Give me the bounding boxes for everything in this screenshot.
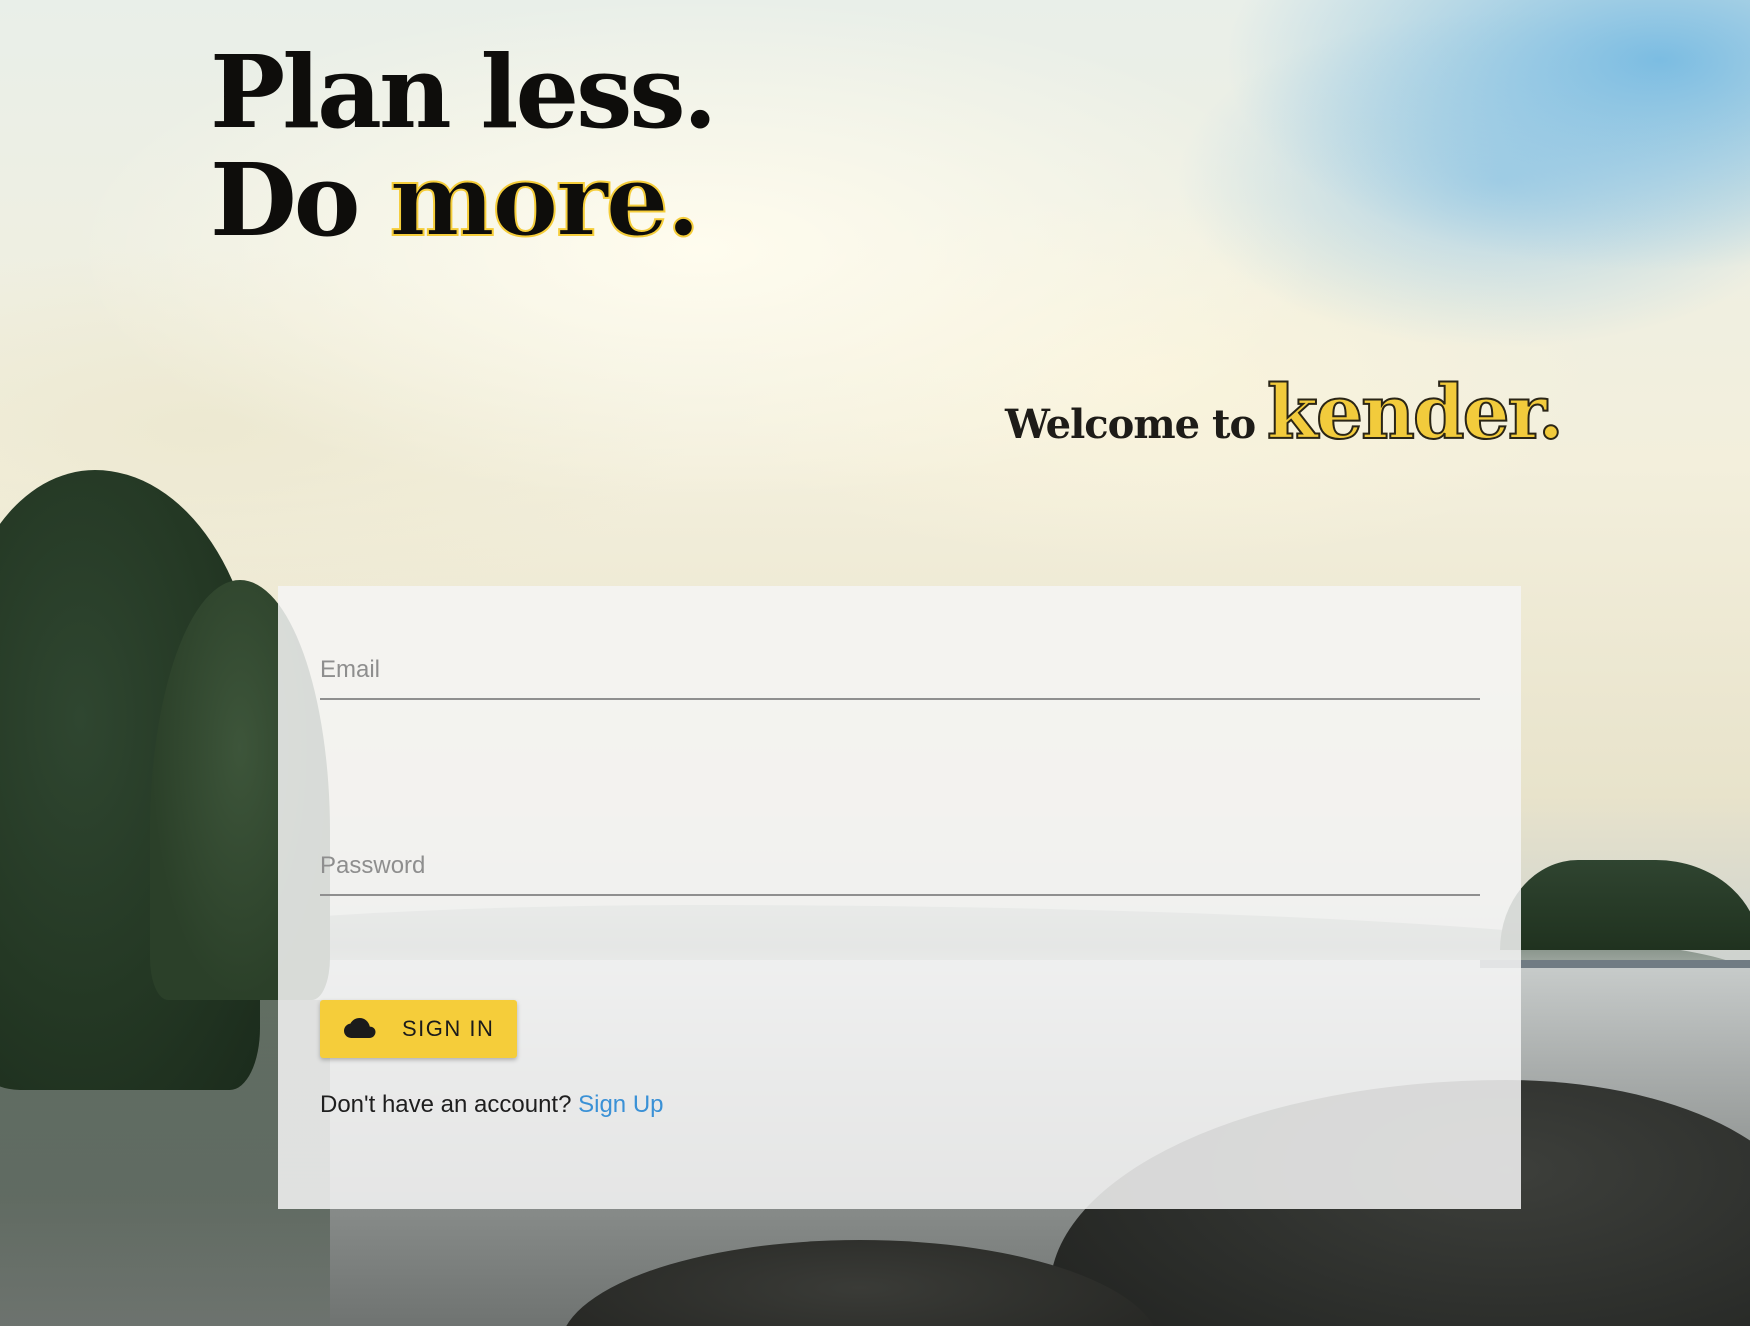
login-card: SIGN IN Don't have an account? Sign Up bbox=[278, 586, 1521, 1209]
cloud-icon bbox=[344, 1018, 376, 1038]
signup-prompt: Don't have an account? Sign Up bbox=[320, 1091, 664, 1119]
hero-accent-word: more. bbox=[388, 141, 702, 259]
brand-logo-text: kender. bbox=[1266, 369, 1565, 457]
password-input[interactable] bbox=[320, 852, 1480, 896]
sign-up-link[interactable]: Sign Up bbox=[578, 1091, 663, 1118]
sign-in-button[interactable]: SIGN IN bbox=[320, 1000, 517, 1058]
welcome-prefix: Welcome to bbox=[1005, 401, 1256, 448]
hero-headline: Plan less. Do more. bbox=[210, 33, 718, 255]
sign-in-label: SIGN IN bbox=[402, 1016, 495, 1041]
password-field-wrapper bbox=[320, 852, 1480, 896]
email-field-wrapper bbox=[320, 656, 1480, 700]
hero-line-2: Do more. bbox=[210, 145, 715, 255]
email-input[interactable] bbox=[320, 656, 1480, 700]
hero-line-2-prefix: Do bbox=[210, 141, 390, 259]
hero-line-1: Plan less. bbox=[210, 33, 718, 151]
account-prompt-text: Don't have an account? bbox=[320, 1091, 572, 1118]
welcome-heading: Welcome to kender. bbox=[1005, 369, 1565, 457]
